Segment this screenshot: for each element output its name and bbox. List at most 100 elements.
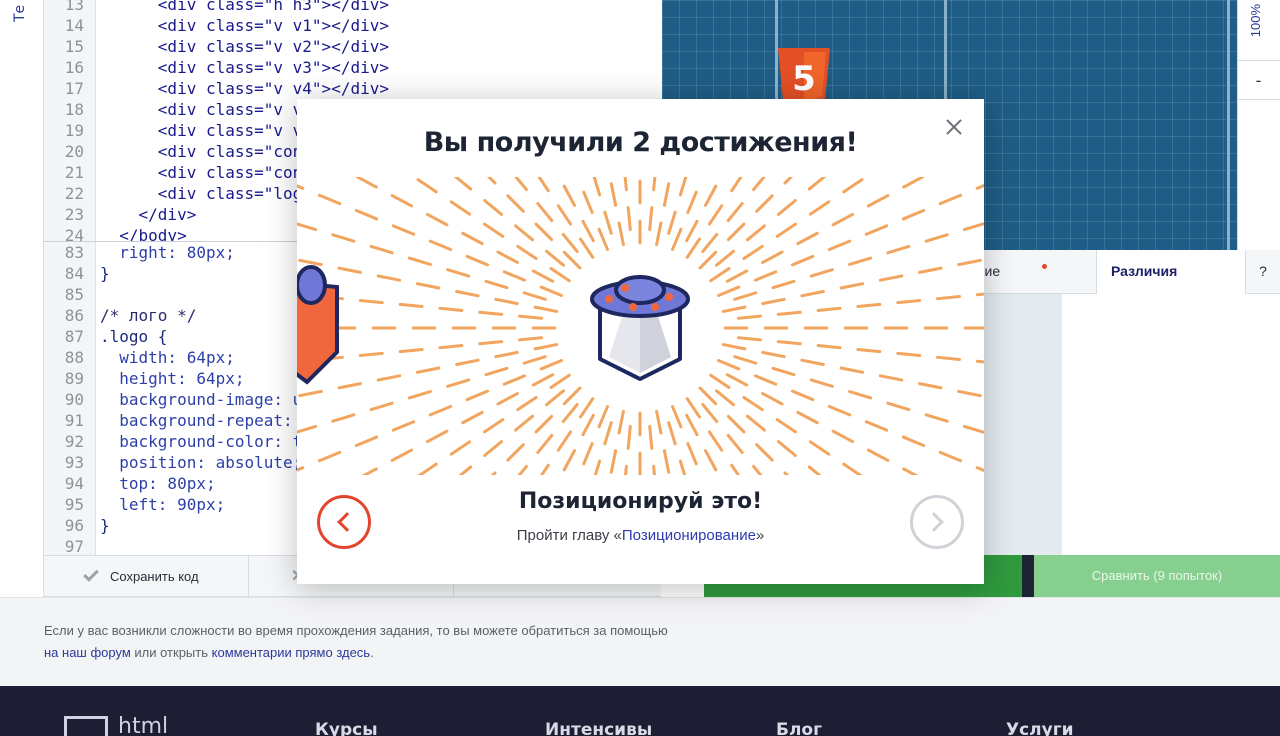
burst-ray (428, 239, 453, 252)
burst-ray (438, 306, 464, 312)
burst-ray (317, 450, 342, 463)
burst-ray (562, 386, 582, 406)
burst-ray (603, 421, 613, 446)
burst-ray (827, 239, 852, 252)
burst-ray (733, 355, 758, 365)
burst-ray (809, 268, 834, 278)
burst-ray (737, 314, 762, 320)
burst-ray (936, 355, 961, 361)
burst-ray (698, 386, 718, 406)
burst-ray (562, 250, 582, 270)
burst-ray (808, 200, 831, 216)
burst-ray (902, 177, 925, 189)
burst-ray (662, 182, 671, 207)
burst-ray (896, 298, 922, 305)
burst-ray (715, 249, 736, 267)
burst-ray (745, 414, 766, 432)
burst-ray (522, 355, 547, 365)
burst-ray (901, 209, 926, 221)
burst-ray (556, 430, 573, 452)
burst-ray (975, 183, 984, 190)
burst-ray (536, 202, 554, 223)
burst-ray (848, 256, 873, 266)
burst-ray (465, 389, 490, 402)
burst-ray (648, 206, 654, 231)
burst-ray (771, 366, 796, 377)
burst-ray (730, 177, 743, 193)
burst-ray (617, 409, 625, 435)
burst-ray (494, 297, 519, 306)
burst-ray (415, 282, 441, 290)
burst-ray (856, 347, 882, 354)
burst-ray (534, 414, 554, 434)
burst-ray (483, 418, 505, 434)
burst-ray (355, 177, 378, 189)
burst-ray (425, 429, 449, 444)
burst-ray (354, 209, 379, 221)
burst-ray (839, 282, 865, 290)
burst-ray (483, 440, 504, 458)
burst-ray (369, 244, 394, 255)
burst-ray (783, 471, 790, 475)
burst-ray (707, 204, 724, 226)
achievement-modal: Вы получили 2 достижения! Позиционируй э (297, 99, 984, 584)
burst-ray (918, 266, 943, 274)
burst-ray (761, 250, 784, 264)
burst-ray (446, 378, 471, 388)
burst-ray (848, 390, 873, 400)
burst-ray (709, 373, 731, 389)
burst-ray (686, 190, 698, 215)
burst-ray (533, 343, 559, 351)
burst-ray (358, 298, 384, 305)
burst-ray (667, 210, 677, 235)
burst-ray (924, 413, 949, 423)
burst-ray (816, 344, 842, 350)
burst-ray (331, 413, 356, 423)
burst-ray (745, 224, 766, 242)
burst-ray (455, 290, 480, 298)
burst-ray (539, 463, 550, 475)
burst-ray (562, 184, 576, 207)
burst-ray (354, 435, 379, 447)
burst-ray (582, 441, 594, 466)
burst-ray (839, 366, 865, 374)
burst-ray (597, 227, 609, 251)
burst-ray (544, 249, 565, 267)
burst-ray (685, 237, 701, 259)
burst-ray (886, 244, 911, 255)
burst-ray (297, 466, 305, 472)
burst-ray (655, 221, 663, 247)
burst-ray (685, 397, 701, 419)
burst-ray (407, 390, 432, 400)
burst-ray (461, 231, 484, 246)
burst-ray (671, 227, 683, 251)
burst-ray (957, 258, 982, 267)
burst-ray (671, 405, 683, 429)
burst-ray (597, 405, 609, 429)
burst-ray (796, 410, 819, 425)
burst-ray (775, 222, 797, 238)
burst-ray (726, 414, 746, 434)
burst-ray (755, 443, 774, 462)
burst-ray (721, 343, 747, 351)
burst-ray (446, 268, 471, 278)
burst-ray (742, 395, 764, 412)
chapter-link[interactable]: Позиционирование (622, 527, 756, 544)
burst-ray (465, 254, 490, 267)
burst-ray (866, 448, 890, 462)
burst-ray (842, 178, 864, 194)
burst-ray (458, 465, 473, 475)
burst-ray (518, 314, 543, 320)
burst-ray (449, 200, 472, 216)
close-button[interactable] (940, 113, 968, 141)
burst-ray (494, 350, 519, 359)
burst-ray (831, 429, 855, 444)
burst-ray (726, 222, 746, 242)
burst-ray (455, 358, 480, 366)
burst-ray (704, 449, 718, 472)
burst-ray (901, 435, 926, 447)
burst-ray (918, 382, 943, 390)
burst-ray (502, 270, 527, 282)
burst-ray (496, 392, 519, 406)
burst-ray (856, 302, 882, 309)
